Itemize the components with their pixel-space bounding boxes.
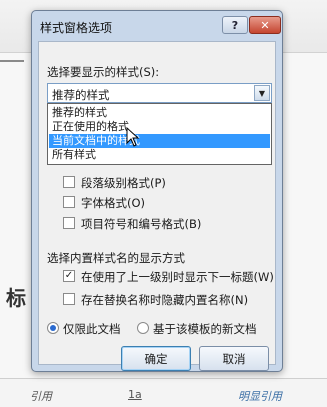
select-styles-label: 选择要显示的样式(S):: [47, 65, 160, 79]
cancel-button[interactable]: 取消: [199, 346, 269, 371]
dialog-body: 选择要显示的样式(S): 推荐的样式 ▼ 推荐的样式 正在使用的格式 当前文档中…: [38, 41, 276, 371]
hide-builtin-name-checkbox[interactable]: [63, 293, 75, 305]
mouse-pointer-icon: [126, 127, 140, 147]
chevron-down-icon[interactable]: ▼: [254, 85, 270, 101]
ruler-mark: [0, 60, 24, 62]
paragraph-level-label: 段落级别格式(P): [81, 176, 166, 190]
style-gallery-item[interactable]: 明显引用: [238, 388, 282, 404]
builtin-style-group-label: 选择内置样式名的显示方式: [47, 251, 185, 265]
heading-fragment: 标: [6, 286, 26, 310]
new-docs-from-template-label: 基于该模板的新文档: [153, 322, 257, 336]
style-gallery-item[interactable]: 引用: [30, 388, 52, 404]
styles-to-show-select[interactable]: 推荐的样式 ▼: [47, 83, 272, 103]
dialog-titlebar[interactable]: 样式窗格选项 ? ✕: [32, 11, 282, 41]
dropdown-option[interactable]: 所有样式: [49, 148, 270, 162]
dialog-title: 样式窗格选项: [40, 21, 113, 35]
bullets-numbering-label: 项目符号和编号格式(B): [81, 217, 202, 231]
this-document-only-label: 仅限此文档: [63, 322, 121, 336]
font-format-checkbox[interactable]: [63, 196, 75, 208]
style-pane-options-dialog: 样式窗格选项 ? ✕ 选择要显示的样式(S): 推荐的样式 ▼ 推荐的样式 正在…: [31, 10, 283, 372]
bullets-numbering-checkbox[interactable]: [63, 217, 75, 229]
dropdown-option-selected[interactable]: 当前文档中的样式: [49, 134, 270, 148]
close-button[interactable]: ✕: [249, 16, 281, 34]
this-document-only-radio[interactable]: [47, 322, 59, 334]
hide-builtin-name-label: 存在替换名称时隐藏内置名称(N): [81, 293, 249, 307]
select-current-value: 推荐的样式: [52, 88, 110, 102]
dropdown-option[interactable]: 推荐的样式: [49, 106, 270, 120]
show-next-heading-checkbox[interactable]: ✓: [63, 270, 75, 282]
new-docs-from-template-radio[interactable]: [137, 322, 149, 334]
style-gallery-item[interactable]: 1a: [128, 388, 142, 401]
ok-button[interactable]: 确定: [121, 346, 191, 371]
styles-dropdown-list[interactable]: 推荐的样式 正在使用的格式 当前文档中的样式 所有样式: [47, 103, 272, 165]
show-next-heading-label: 在使用了上一级别时显示下一标题(W): [81, 270, 274, 284]
paragraph-level-checkbox[interactable]: [63, 176, 75, 188]
help-button[interactable]: ?: [222, 16, 248, 34]
dropdown-option[interactable]: 正在使用的格式: [49, 120, 270, 134]
font-format-label: 字体格式(O): [81, 196, 146, 210]
